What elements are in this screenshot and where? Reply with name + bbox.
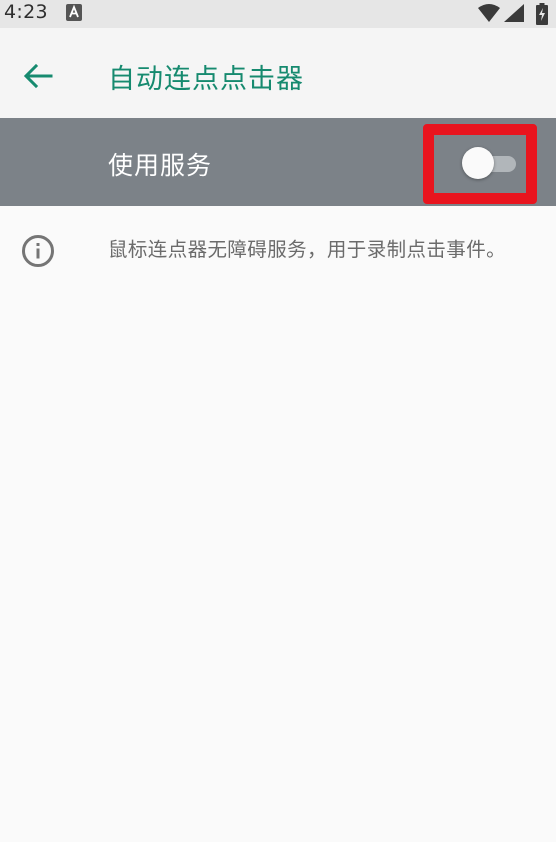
info-icon [22,235,54,267]
page-title: 自动连点点击器 [108,64,304,95]
toggle-thumb [462,147,494,179]
info-section: 鼠标连点器无障碍服务，用于录制点击事件。 [0,206,556,316]
a-notification-icon [66,4,82,21]
cell-signal-icon [504,4,524,26]
use-service-label: 使用服务 [108,151,213,180]
status-bar: 4:23 [0,0,556,28]
use-service-toggle[interactable] [462,146,518,180]
app-bar: 自动连点点击器 [0,28,556,118]
wifi-icon [478,4,500,26]
status-time: 4:23 [4,1,48,23]
use-service-row[interactable]: 使用服务 [0,118,556,206]
back-button[interactable] [14,52,62,100]
battery-charging-icon [536,3,548,29]
service-description: 鼠标连点器无障碍服务，用于录制点击事件。 [108,238,507,261]
arrow-back-icon [23,63,53,89]
